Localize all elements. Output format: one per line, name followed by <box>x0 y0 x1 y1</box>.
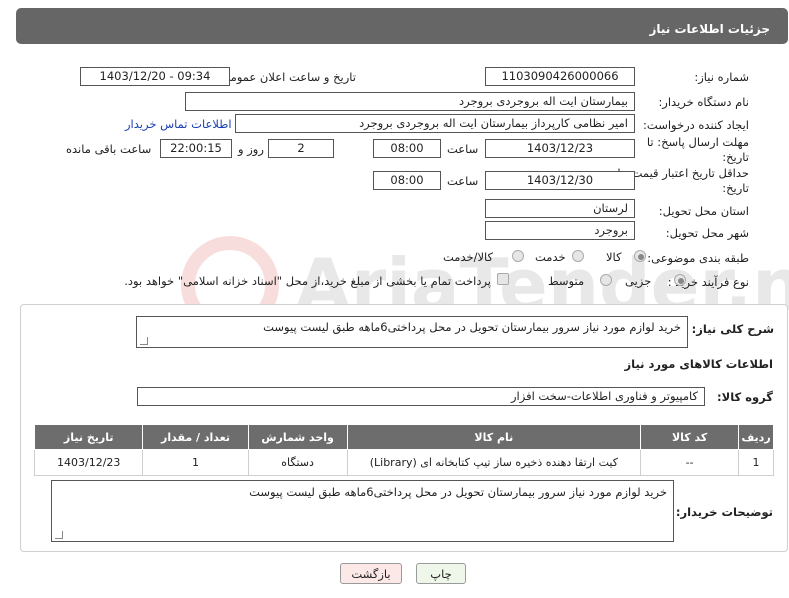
col-row-number: ردیف <box>738 424 774 450</box>
creator-field: امیر نظامی کارپرداز بیمارستان ایت اله بر… <box>235 114 635 133</box>
treasury-payment-checkbox[interactable] <box>497 273 509 285</box>
cell-need-date: 1403/12/23 <box>33 449 144 476</box>
page-header: جزئیات اطلاعات نیاز <box>16 8 788 44</box>
process-radio-medium[interactable] <box>600 274 612 286</box>
col-goods-code: کد کالا <box>640 424 740 450</box>
announce-label: تاریخ و ساعت اعلان عمومی: <box>217 70 356 84</box>
buyer-notes-text: خرید لوازم مورد نیاز سرور بیمارستان تحوی… <box>249 485 667 499</box>
buyer-org-label: نام دستگاه خریدار: <box>658 95 749 109</box>
remaining-time-field: 22:00:15 <box>160 139 232 158</box>
category-option-both: کالا/خدمت <box>443 250 494 264</box>
print-button[interactable]: چاپ <box>416 563 466 584</box>
province-label: استان محل تحویل: <box>658 204 749 218</box>
cell-row-number: 1 <box>738 449 774 476</box>
goods-table-header: ردیف کد کالا نام کالا واحد شمارش تعداد /… <box>33 424 774 450</box>
process-radio-minor[interactable] <box>674 274 686 286</box>
category-radio-service[interactable] <box>572 250 584 262</box>
goods-table: ردیف کد کالا نام کالا واحد شمارش تعداد /… <box>33 424 774 476</box>
buyer-notes-label: توضیحات خریدار: <box>675 505 773 519</box>
col-need-date: تاریخ نیاز <box>33 424 144 450</box>
col-goods-name: نام کالا <box>346 424 642 450</box>
buyer-notes-field[interactable]: خرید لوازم مورد نیاز سرور بیمارستان تحوی… <box>51 480 674 542</box>
back-button[interactable]: بازگشت <box>340 563 402 584</box>
cell-unit: دستگاه <box>247 449 348 476</box>
price-time-field: 08:00 <box>373 171 441 190</box>
need-number-field: 1103090426000066 <box>485 67 635 86</box>
process-option-medium: متوسط <box>548 274 585 288</box>
announce-field: 1403/12/20 - 09:34 <box>80 67 230 86</box>
contact-info-link[interactable]: اطلاعات تماس خریدار <box>125 117 232 131</box>
province-field: لرستان <box>485 199 635 218</box>
page-title: جزئیات اطلاعات نیاز <box>649 22 770 36</box>
reply-deadline-label: مهلت ارسال پاسخ: تا تاریخ: <box>646 135 749 164</box>
days-label: روز و <box>238 142 264 156</box>
reply-time-field: 08:00 <box>373 139 441 158</box>
need-number-label: شماره نیاز: <box>694 70 749 84</box>
cell-quantity: 1 <box>142 449 249 476</box>
remaining-label: ساعت باقی مانده <box>66 142 152 156</box>
description-label: شرح کلی نیاز: <box>691 322 774 336</box>
resize-grip-icon[interactable] <box>140 337 148 345</box>
payment-note: پرداخت تمام یا بخشی از مبلغ خرید،از محل … <box>124 274 491 288</box>
price-date-field: 1403/12/30 <box>485 171 635 190</box>
city-label: شهر محل تحویل: <box>665 226 749 240</box>
description-field[interactable]: خرید لوازم مورد نیاز سرور بیمارستان تحوی… <box>136 316 688 348</box>
goods-section-title: اطلاعات کالاهای مورد نیاز <box>624 357 773 371</box>
goods-group-field: کامپیوتر و فناوری اطلاعات-سخت افزار <box>137 387 705 406</box>
cell-goods-name: کیت ارتقا دهنده ذخیره ساز تیپ کتابخانه ا… <box>346 449 642 476</box>
buyer-org-field: بیمارستان ایت اله بروجردی بروجرد <box>185 92 635 111</box>
creator-label: ایجاد کننده درخواست: <box>643 118 749 132</box>
table-row: 1 -- کیت ارتقا دهنده ذخیره ساز تیپ کتابخ… <box>33 449 774 476</box>
category-option-service: خدمت <box>535 250 566 264</box>
reply-date-field: 1403/12/23 <box>485 139 635 158</box>
category-option-goods: کالا <box>606 250 622 264</box>
category-radio-goods[interactable] <box>634 250 646 262</box>
category-radio-both[interactable] <box>512 250 524 262</box>
resize-grip-icon[interactable] <box>55 531 63 539</box>
col-quantity: تعداد / مقدار <box>142 424 249 450</box>
reply-time-label: ساعت <box>447 142 479 156</box>
days-field: 2 <box>268 139 334 158</box>
category-label: طبقه بندی موضوعی: <box>647 251 749 265</box>
process-option-minor: جزیی <box>625 274 652 288</box>
cell-goods-code: -- <box>640 449 740 476</box>
goods-group-label: گروه کالا: <box>717 390 773 404</box>
description-text: خرید لوازم مورد نیاز سرور بیمارستان تحوی… <box>263 320 681 334</box>
city-field: بروجرد <box>485 221 635 240</box>
price-time-label: ساعت <box>447 174 479 188</box>
col-unit: واحد شمارش <box>247 424 348 450</box>
